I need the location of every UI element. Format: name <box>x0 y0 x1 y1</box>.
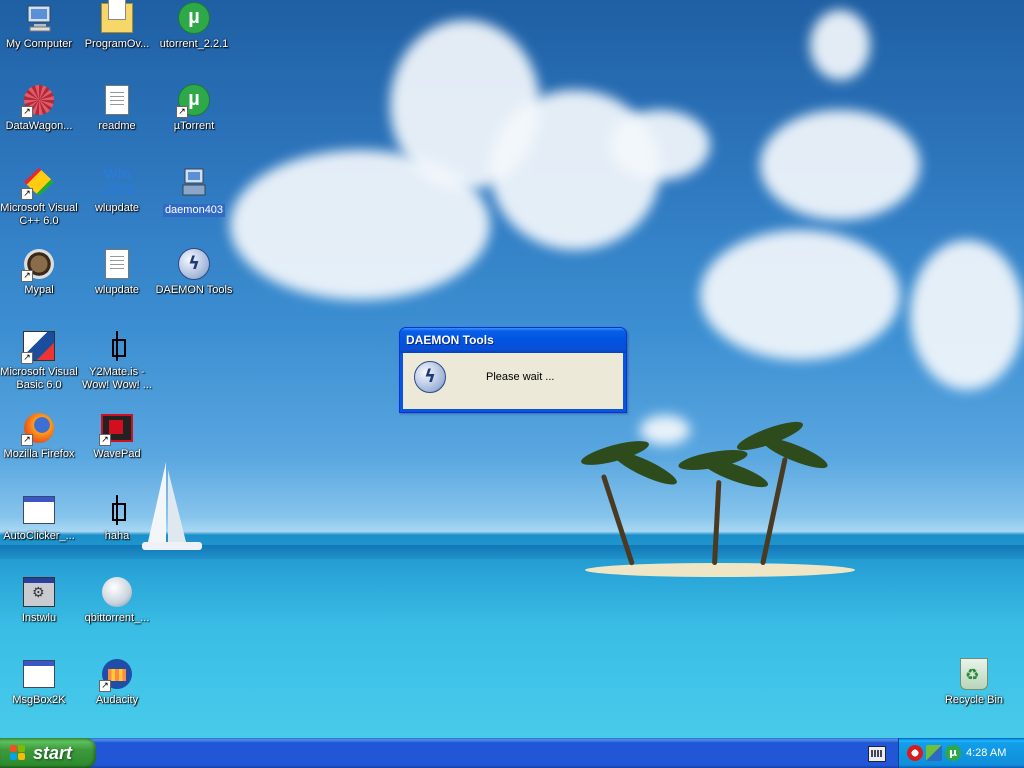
icon-label: Mypal <box>24 284 54 296</box>
icon-label: Audacity <box>95 694 139 706</box>
folder-document-icon <box>101 0 133 34</box>
programov-icon-item[interactable]: ProgramOv... <box>78 0 156 51</box>
icon-label: Y2Mate.is - Wow! Wow! ... <box>82 366 152 391</box>
application-window-icon <box>23 494 55 526</box>
icon-label: daemon403 <box>162 204 226 217</box>
visual-cpp-icon <box>21 166 55 200</box>
daemon403-icon-item[interactable]: daemon403 <box>155 166 233 217</box>
haha-icon-item[interactable]: haha <box>78 494 156 543</box>
desktop[interactable]: My Computer DataWagon... Microsoft Visua… <box>0 0 1024 738</box>
utorrent-icon: µ <box>176 84 210 118</box>
clock[interactable]: 4:28 AM <box>966 738 1006 768</box>
firefox-shortcut[interactable]: Mozilla Firefox <box>0 412 78 461</box>
utorrent-shortcut[interactable]: µ µTorrent <box>155 84 233 133</box>
datawagon-shortcut[interactable]: DataWagon... <box>0 84 78 133</box>
icon-label: readme <box>98 120 136 132</box>
icon-label: wlupdate <box>94 202 140 214</box>
installer-icon <box>23 576 55 608</box>
icon-label: wlupdate <box>94 284 140 296</box>
qbittorrent-icon-item[interactable]: qbittorrent_... <box>78 576 156 625</box>
mypal-shortcut[interactable]: Mypal <box>0 248 78 297</box>
autoclicker-icon-item[interactable]: AutoClicker_... <box>0 494 78 543</box>
palm-frond <box>609 445 681 491</box>
msvb-shortcut[interactable]: Microsoft Visual Basic 6.0 <box>0 330 78 392</box>
icon-label: µTorrent <box>173 120 215 132</box>
wallpaper-cloud <box>700 230 900 360</box>
island <box>585 563 855 577</box>
network-tray-icon[interactable] <box>926 745 942 761</box>
readme-icon-item[interactable]: readme <box>78 84 156 133</box>
icon-label: haha <box>104 530 130 542</box>
utorrent-tray-icon[interactable]: µ <box>945 745 961 761</box>
icon-label: DAEMON Tools <box>155 284 233 296</box>
wallpaper-cloud <box>910 240 1024 390</box>
taskbar: start µ 4:28 AM <box>0 738 1024 768</box>
icon-label: Microsoft Visual C++ 6.0 <box>0 202 78 227</box>
wavepad-icon <box>99 412 133 446</box>
start-button[interactable]: start <box>0 738 96 768</box>
windows-2000-icon: Win 2000 <box>102 166 136 198</box>
installer-computer-icon <box>178 166 210 198</box>
y2mate-icon <box>101 330 133 362</box>
text-document-icon <box>101 84 133 116</box>
wallpaper-cloud <box>760 110 920 220</box>
palm-frond <box>759 432 831 474</box>
icon-label: ProgramOv... <box>84 38 150 50</box>
msvc-shortcut[interactable]: Microsoft Visual C++ 6.0 <box>0 166 78 228</box>
daemon-tools-tray-icon[interactable] <box>907 745 923 761</box>
mypal-icon <box>21 248 55 282</box>
icon-label: WavePad <box>93 448 141 460</box>
instwlu-icon-item[interactable]: Instwlu <box>0 576 78 625</box>
start-label: start <box>33 743 73 763</box>
wavepad-shortcut[interactable]: WavePad <box>78 412 156 461</box>
recycle-bin-icon <box>958 658 990 690</box>
msgbox2k-icon-item[interactable]: MsgBox2K <box>0 658 78 707</box>
daemon-tools-icon: ϟ <box>414 361 446 393</box>
audacity-icon <box>99 658 133 692</box>
utorrent-icon: µ <box>178 2 210 34</box>
wallpaper-cloud <box>610 110 710 180</box>
daemon-tools-dialog[interactable]: DAEMON Tools ϟ Please wait ... <box>399 327 627 413</box>
dialog-body: ϟ Please wait ... <box>403 353 623 409</box>
datawagon-icon <box>21 84 55 118</box>
icon-label: DataWagon... <box>5 120 73 132</box>
icon-label: Recycle Bin <box>944 694 1004 706</box>
wallpaper-cloud <box>810 10 870 80</box>
icon-label: qbittorrent_... <box>84 612 150 624</box>
icon-label: MsgBox2K <box>12 694 66 706</box>
icon-label: Mozilla Firefox <box>3 448 75 460</box>
wallpaper-cloud <box>640 415 690 445</box>
y2mate-icon <box>101 494 133 526</box>
dialog-message: Please wait ... <box>486 371 555 383</box>
daemon-tools-icon: ϟ <box>178 248 210 280</box>
audacity-shortcut[interactable]: Audacity <box>78 658 156 707</box>
recycle-bin-icon-item[interactable]: Recycle Bin <box>935 658 1013 707</box>
y2mate-icon-item[interactable]: Y2Mate.is - Wow! Wow! ... <box>78 330 156 392</box>
icon-label: AutoClicker_... <box>3 530 75 542</box>
utorrent-installer-icon-item[interactable]: µ utorrent_2.2.1 <box>155 2 233 51</box>
qbittorrent-installer-icon <box>101 576 133 608</box>
icon-label: utorrent_2.2.1 <box>159 38 229 50</box>
daemon-tools-icon-item[interactable]: ϟ DAEMON Tools <box>155 248 233 297</box>
script-document-icon <box>101 248 133 280</box>
computer-icon <box>23 2 55 34</box>
my-computer-icon[interactable]: My Computer <box>0 2 78 51</box>
firefox-icon <box>21 412 55 446</box>
keyboard-icon[interactable] <box>868 746 886 762</box>
windows-logo-icon <box>10 745 26 761</box>
icon-label: My Computer <box>5 38 73 50</box>
visual-basic-icon <box>21 330 55 364</box>
wlupdate-exe-icon-item[interactable]: Win 2000 wlupdate <box>78 166 156 215</box>
icon-label: Microsoft Visual Basic 6.0 <box>0 366 78 391</box>
wlupdate-script-icon-item[interactable]: wlupdate <box>78 248 156 297</box>
application-window-icon <box>23 658 55 690</box>
icon-label: Instwlu <box>21 612 57 624</box>
dialog-title[interactable]: DAEMON Tools <box>400 328 626 353</box>
